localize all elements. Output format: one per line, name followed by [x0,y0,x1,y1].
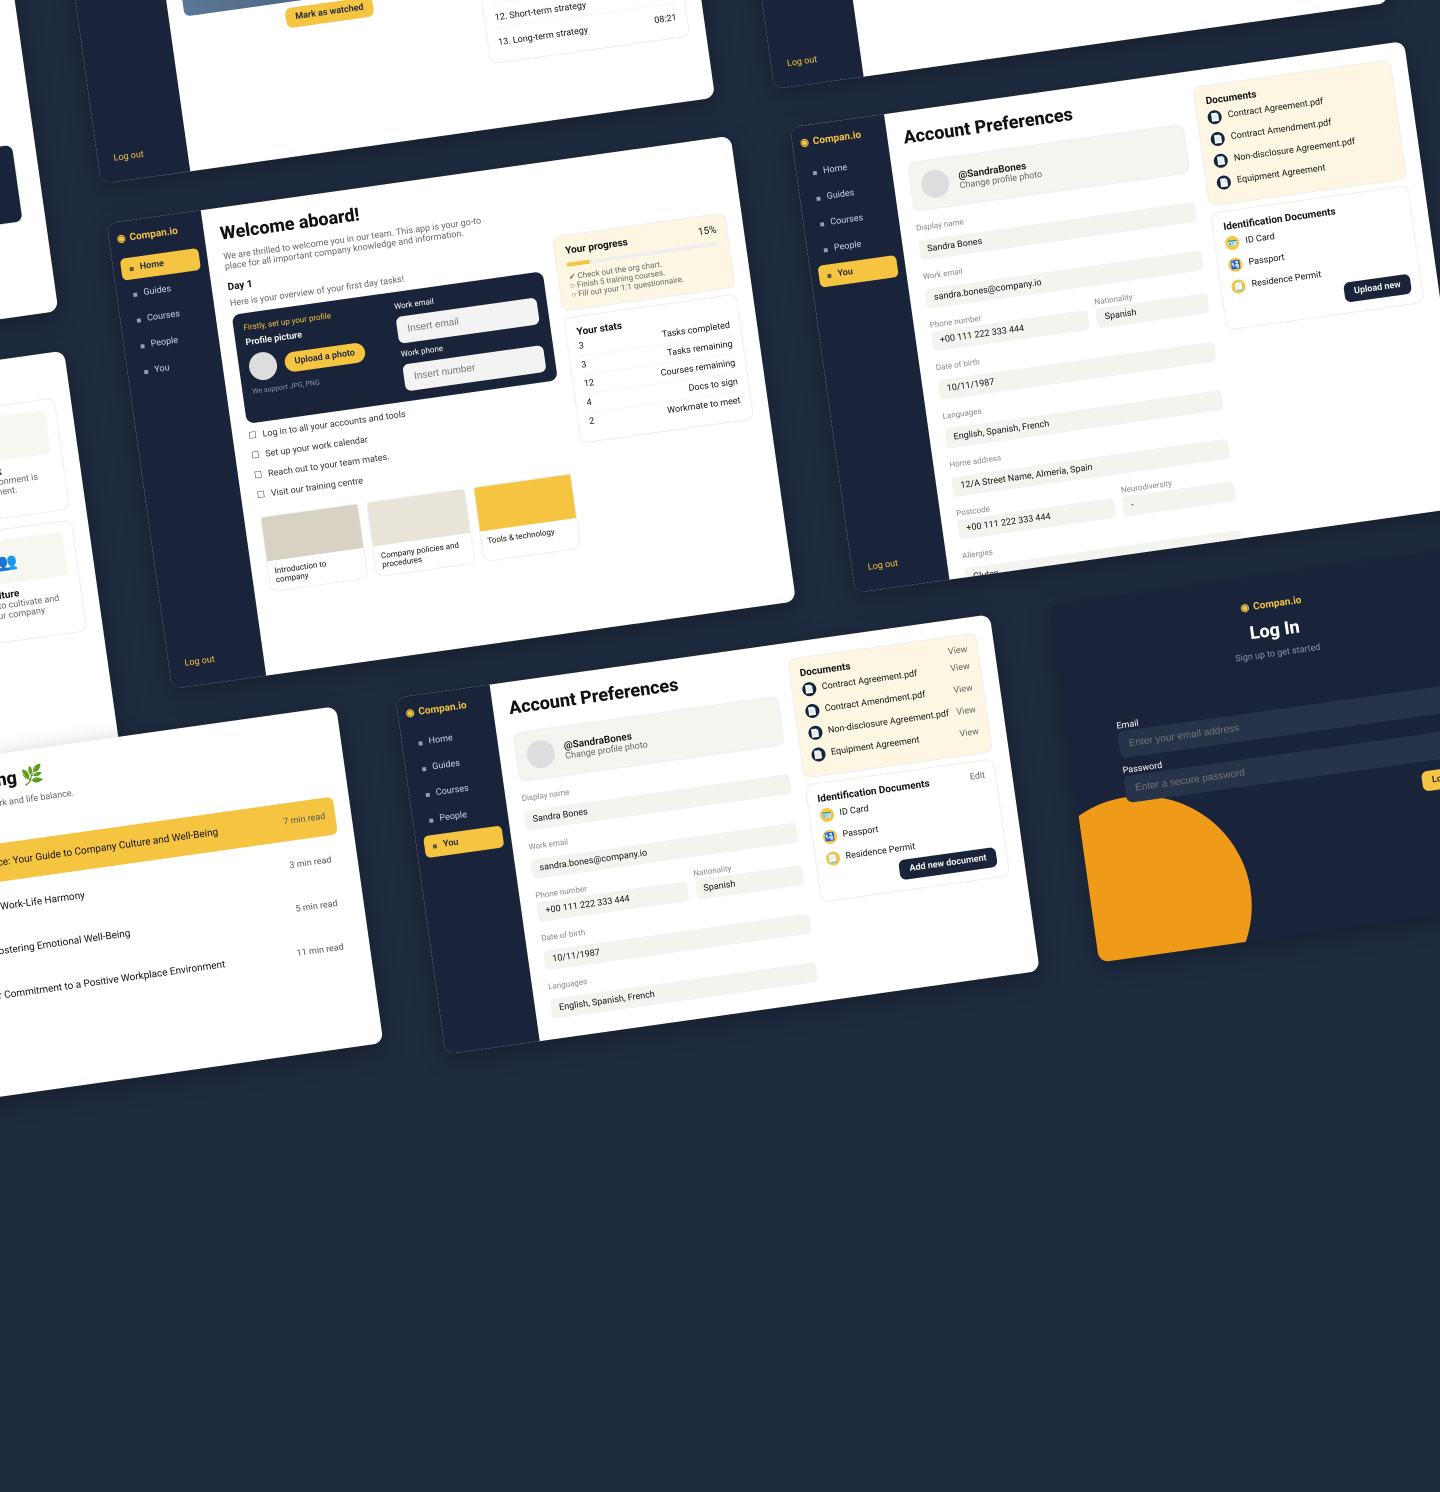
avatar [919,168,951,200]
logout[interactable]: Log out [175,643,256,676]
id-documents-card: Identification Documents 🪪ID Card 🛂Passp… [1210,185,1424,331]
training-tile[interactable]: Introduction to company [260,503,369,592]
mark-watched-button[interactable]: Mark as watched [284,0,375,28]
upload-photo-button[interactable]: Upload a photo [283,342,366,373]
brand: Compan.io [800,127,880,149]
welcome-panel: Compan.io Home Guides Courses People You… [107,136,796,689]
stats-card: Your stats 3Tasks completed 3Tasks remai… [564,293,755,443]
learning-card[interactable]: 🛡️Safety at WorkSafe work environment is… [0,397,70,528]
login-panel: Compan.io Log In Sign up to get started … [1049,545,1440,963]
brand: Compan.io [116,223,196,245]
documents-card: DocumentsView 📄Contract Agreement.pdfVie… [787,632,993,778]
learning-card[interactable]: 👥People CultureLearn how to cultivate an… [0,519,87,650]
brand: Compan.io [405,698,485,720]
logout[interactable]: Log out [778,44,854,76]
nav-you[interactable]: You [81,0,157,2]
logout[interactable]: Log out [859,547,940,580]
avatar [247,350,279,382]
logout[interactable]: Log out [104,139,180,171]
documents-card: Documents 📄Contract Agreement.pdf 📄Contr… [1193,59,1407,207]
inclusivity-card[interactable]: 🤝 Inclusivity We celebrate diversity and… [0,144,24,256]
article-panel: 1. Employee Engagement A positive cultur… [0,0,58,379]
course-content: ▶ Mark as watched 5. Threats06:45 6. Usa… [146,0,715,171]
wellbeing-panel: Compan.io Home Guides Courses People Lea… [0,706,383,1132]
lesson-list: 5. Threats06:45 6. Usability05:12 7. Use… [457,0,690,65]
id-documents-card: Identification DocumentsEdit 🪪ID Card 🛂P… [804,758,1010,902]
sidebar: Guides Courses People Directory Org char… [730,0,864,89]
training-tile[interactable]: Tools & technology [473,473,582,562]
account-panel-2: Compan.io Home Guides Courses People You… [396,614,1040,1054]
login-button[interactable]: Log In [1421,766,1440,792]
training-tile[interactable]: Company policies and procedures [366,488,475,577]
account-panel: Compan.io Home Guides Courses People You… [790,41,1440,593]
